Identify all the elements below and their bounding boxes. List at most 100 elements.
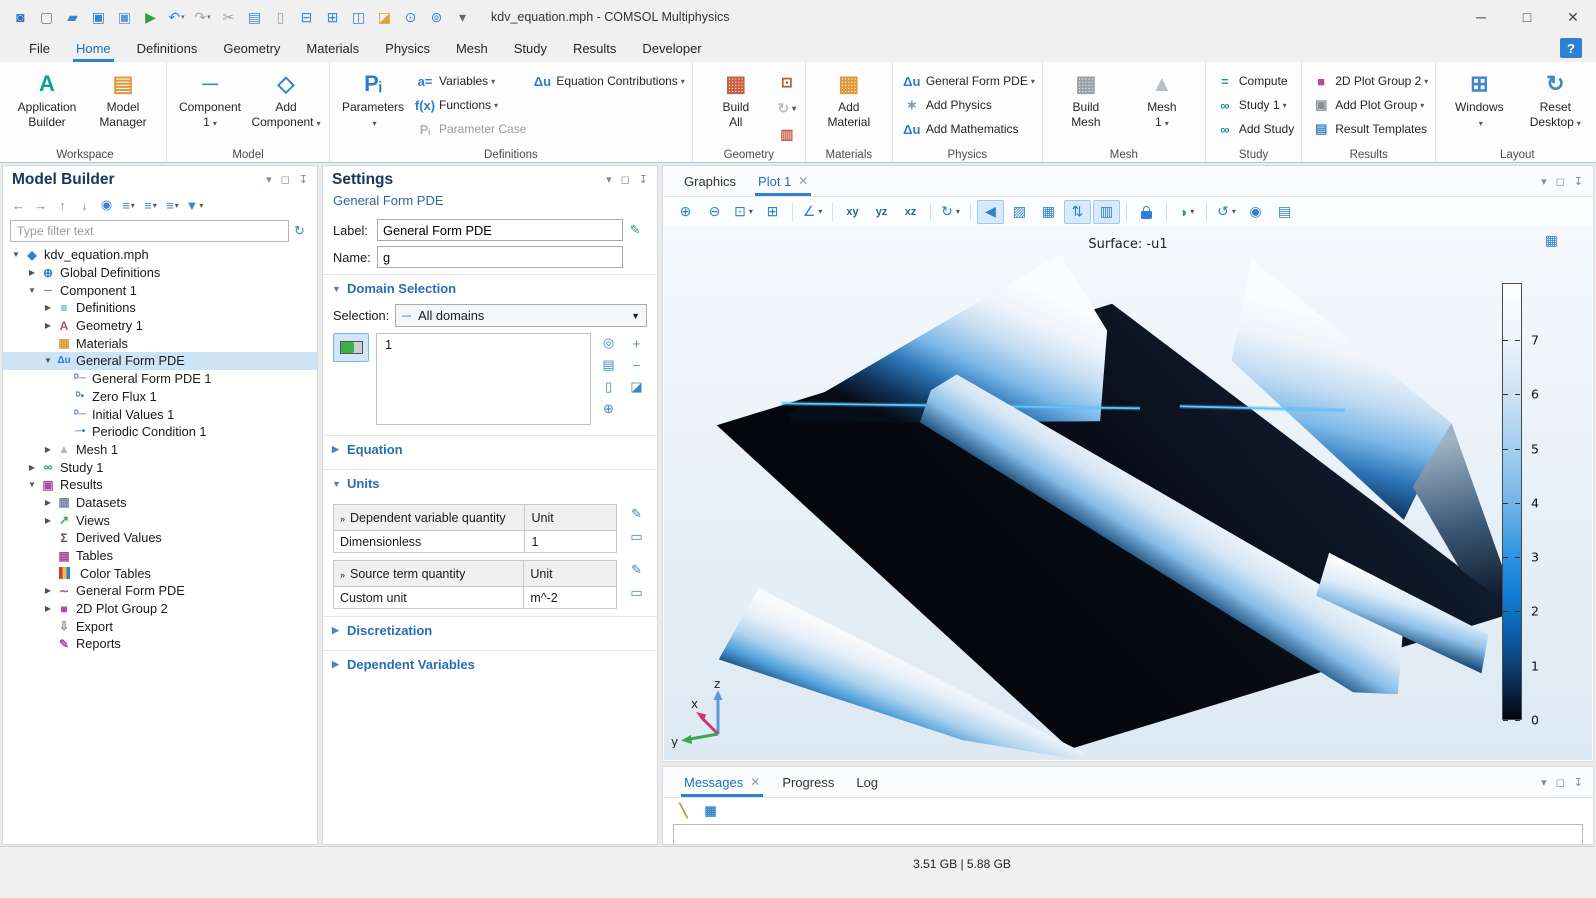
pin-panel-icon[interactable]: ↧ — [639, 173, 648, 186]
tree-item-global-definitions[interactable]: ▶⊕Global Definitions — [3, 264, 317, 282]
tree-item-kdv-equation-mph[interactable]: ▼◆kdv_equation.mph — [3, 246, 317, 264]
menu-tab-geometry[interactable]: Geometry — [210, 34, 293, 62]
build-all-button[interactable]: ▦BuildAll — [700, 66, 772, 145]
messages-list[interactable] — [673, 824, 1583, 845]
panel-menu-icon[interactable]: ▾ — [606, 173, 612, 186]
run-icon[interactable]: ▶ — [138, 5, 163, 29]
tree-item-geometry-1[interactable]: ▶AGeometry 1 — [3, 317, 317, 335]
expander-closed-icon[interactable]: ▶ — [41, 445, 55, 454]
view-xy-button[interactable]: xy — [839, 200, 866, 224]
find-replace-icon[interactable]: ⊚ — [424, 5, 449, 29]
copy-icon[interactable]: ▤ — [242, 5, 267, 29]
edit-table-icon[interactable]: ✎ — [626, 560, 647, 580]
float-panel-icon[interactable]: ◻ — [1556, 776, 1565, 789]
show-grid-button[interactable]: ▦ — [1035, 200, 1062, 224]
tree-item-reports[interactable]: ✎Reports — [3, 635, 317, 653]
plot-thumbnail-icon[interactable]: ▦ — [1545, 232, 1558, 249]
tree-item-mesh-1[interactable]: ▶▲Mesh 1 — [3, 441, 317, 459]
tree-item-tables[interactable]: ▦Tables — [3, 547, 317, 565]
find-icon[interactable]: ⊙ — [398, 5, 423, 29]
update-plot-button[interactable]: ↺▾ — [1213, 200, 1240, 224]
tree-filter-input[interactable] — [10, 220, 289, 242]
menu-tab-mesh[interactable]: Mesh — [443, 34, 501, 62]
view-yz-button[interactable]: yz — [868, 200, 895, 224]
rebuild-button[interactable]: ↻▾ — [776, 97, 798, 119]
compute-button[interactable]: =Compute — [1213, 70, 1294, 92]
expand-columns-icon[interactable]: » — [340, 514, 345, 524]
snapshot-button[interactable]: ◉ — [1242, 200, 1269, 224]
virtual-operations-button[interactable]: ▥ — [776, 123, 798, 145]
section-dependent-variables[interactable]: ▶ Dependent Variables — [323, 651, 657, 678]
save-icon[interactable]: ▣ — [86, 5, 111, 29]
paste-icon[interactable]: ▯ — [268, 5, 293, 29]
menu-tab-materials[interactable]: Materials — [293, 34, 372, 62]
tree-item-color-tables[interactable]: Color Tables — [3, 564, 317, 582]
pin-panel-icon[interactable]: ↧ — [299, 173, 308, 186]
move-up-icon[interactable]: ↑ — [52, 195, 73, 215]
filter-tree-icon[interactable]: ▼▾ — [184, 195, 205, 215]
clear-selection-icon[interactable]: ◪ — [626, 378, 647, 396]
functions-button[interactable]: f(x)Functions▾ — [413, 94, 526, 116]
print-button[interactable]: ▤ — [1271, 200, 1298, 224]
expander-closed-icon[interactable]: ▶ — [41, 303, 55, 312]
float-panel-icon[interactable]: ◻ — [621, 173, 630, 186]
general-form-pde-button[interactable]: ΔuGeneral Form PDE▾ — [900, 70, 1035, 92]
section-discretization[interactable]: ▶ Discretization — [323, 617, 657, 644]
add-plot-group-button[interactable]: ▣Add Plot Group▾ — [1309, 94, 1428, 116]
expander-closed-icon[interactable]: ▶ — [25, 268, 39, 277]
qat-more-icon[interactable]: ▾ — [450, 5, 475, 29]
show-color-legend-button[interactable]: ▥ — [1093, 200, 1120, 224]
variables-button[interactable]: a=Variables▾ — [413, 70, 526, 92]
name-field[interactable] — [377, 246, 623, 268]
rotate-view-button[interactable]: ↻▾ — [937, 200, 964, 224]
show-axis-orientation-button[interactable]: ⇅ — [1064, 200, 1091, 224]
tree-item-export[interactable]: ⇩Export — [3, 617, 317, 635]
windows-button[interactable]: ⊞Windows▾ — [1443, 66, 1515, 145]
messages-tab-messages[interactable]: Messages✕ — [673, 767, 771, 797]
save-as-icon[interactable]: ▣ — [112, 5, 137, 29]
delete-icon[interactable]: ⊞ — [320, 5, 345, 29]
tree-item-views[interactable]: ▶↗Views — [3, 511, 317, 529]
application-builder-button[interactable]: AApplicationBuilder — [11, 66, 83, 145]
paste-selection-icon[interactable]: ▯ — [598, 378, 619, 396]
expander-open-icon[interactable]: ▼ — [25, 480, 39, 489]
tree-item-initial-values-1[interactable]: ᴰ─Initial Values 1 — [3, 405, 317, 423]
rename-icon[interactable]: ✎ — [623, 222, 647, 238]
dep-quantity-cell[interactable]: Dimensionless — [334, 531, 525, 553]
expander-open-icon[interactable]: ▼ — [41, 356, 55, 365]
help-button[interactable]: ? — [1560, 38, 1582, 58]
select-box-icon[interactable]: ◫ — [346, 5, 371, 29]
maximize-button[interactable]: □ — [1504, 0, 1550, 34]
expander-closed-icon[interactable]: ▶ — [41, 586, 55, 595]
pin-panel-icon[interactable]: ↧ — [1574, 776, 1583, 789]
tree-item-general-form-pde-1[interactable]: ᴰ─General Form PDE 1 — [3, 370, 317, 388]
tree-item-general-form-pde[interactable]: ▶∼General Form PDE — [3, 582, 317, 600]
move-down-icon[interactable]: ↓ — [74, 195, 95, 215]
float-panel-icon[interactable]: ◻ — [1556, 175, 1565, 188]
build-mesh-button[interactable]: ▦BuildMesh — [1050, 66, 1122, 145]
duplicate-icon[interactable]: ⊟ — [294, 5, 319, 29]
graphics-tab-plot-1[interactable]: Plot 1✕ — [747, 166, 819, 196]
go-back-icon[interactable]: ← — [8, 195, 29, 215]
clear-messages-icon[interactable]: ╲ — [673, 801, 694, 821]
tree-item-general-form-pde[interactable]: ▼ΔuGeneral Form PDE — [3, 352, 317, 370]
close-tab-icon[interactable]: ✕ — [798, 174, 808, 188]
add-material-button[interactable]: ▦AddMaterial — [813, 66, 885, 145]
src-quantity-cell[interactable]: Custom unit — [334, 587, 524, 609]
model-manager-button[interactable]: ▤ModelManager — [87, 66, 159, 145]
tree-item-zero-flux-1[interactable]: ᴰ•Zero Flux 1 — [3, 388, 317, 406]
unit-field-icon[interactable]: ▭ — [626, 583, 647, 603]
section-equation[interactable]: ▶ Equation — [323, 436, 657, 463]
refresh-tree-icon[interactable]: ↻ — [289, 221, 310, 241]
tree-item-results[interactable]: ▼▣Results — [3, 476, 317, 494]
parameters-button[interactable]: PᵢParameters▾ — [337, 66, 409, 145]
comsol-logo-icon[interactable]: ◙ — [8, 5, 33, 29]
add-physics-button[interactable]: ∗Add Physics — [900, 94, 1035, 116]
selection-dropdown[interactable]: ─ All domains ▼ — [395, 304, 647, 327]
label-field[interactable] — [377, 219, 623, 241]
go-to-default-view-button[interactable]: ∠▾ — [799, 200, 826, 224]
tree-item-materials[interactable]: ▦Materials — [3, 334, 317, 352]
zoom-extents-button[interactable]: ⊞ — [759, 200, 786, 224]
minimize-button[interactable]: ─ — [1458, 0, 1504, 34]
messages-tab-log[interactable]: Log — [845, 767, 889, 797]
